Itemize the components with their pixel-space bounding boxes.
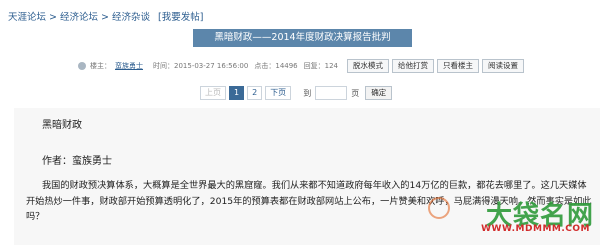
goto-label: 到: [303, 88, 312, 98]
dehydrate-mode-button[interactable]: 脱水模式: [347, 59, 390, 73]
site-watermark: 大袋名网 WWW.MDMMM.COM: [423, 195, 598, 239]
goto-page-input[interactable]: [315, 86, 348, 100]
watermark-logo-icon: [428, 197, 450, 219]
page-2-button[interactable]: 2: [247, 86, 263, 100]
watermark-url: WWW.MDMMM.COM: [481, 224, 590, 234]
click-count: 点击：14496: [254, 62, 298, 70]
reading-settings-button[interactable]: 阅读设置: [482, 59, 525, 73]
content-title: 黑暗财政: [42, 120, 82, 131]
tip-button[interactable]: 给他打赏: [392, 59, 435, 73]
content-author: 作者：蛮族勇士: [42, 156, 112, 167]
op-only-button[interactable]: 只看楼主: [437, 59, 480, 73]
author-label: 楼主：: [90, 62, 111, 70]
breadcrumb-economy-talk[interactable]: 经济杂谈: [112, 12, 150, 23]
post-meta: 楼主： 蛮族勇士 时间：2015-03-27 16:56:00 点击：14496…: [78, 58, 525, 74]
next-page-button[interactable]: 下页: [265, 86, 292, 100]
pagination: 上页 1 2 下页 到 页 确定: [200, 86, 393, 100]
author-link[interactable]: 蛮族勇士: [115, 61, 143, 71]
post-time: 时间：2015-03-27 16:56:00: [153, 62, 249, 70]
prev-page-button[interactable]: 上页: [200, 86, 226, 100]
goto-page-suffix: 页: [351, 88, 360, 98]
breadcrumb-economy-forum[interactable]: 经济论坛: [60, 12, 98, 23]
new-post-link[interactable]: [我要发帖]: [158, 12, 203, 23]
user-icon: [78, 62, 86, 70]
breadcrumb-separator: >: [49, 12, 57, 23]
breadcrumb: 天涯论坛 > 经济论坛 > 经济杂谈 [我要发帖]: [8, 9, 203, 23]
breadcrumb-separator: >: [101, 12, 109, 23]
breadcrumb-tianya[interactable]: 天涯论坛: [8, 12, 46, 23]
confirm-button[interactable]: 确定: [365, 86, 393, 100]
reply-count: 回复：124: [303, 62, 339, 70]
post-title: 黑暗财政——2014年度财政决算报告批判: [193, 29, 412, 47]
page-1-button[interactable]: 1: [229, 86, 245, 100]
